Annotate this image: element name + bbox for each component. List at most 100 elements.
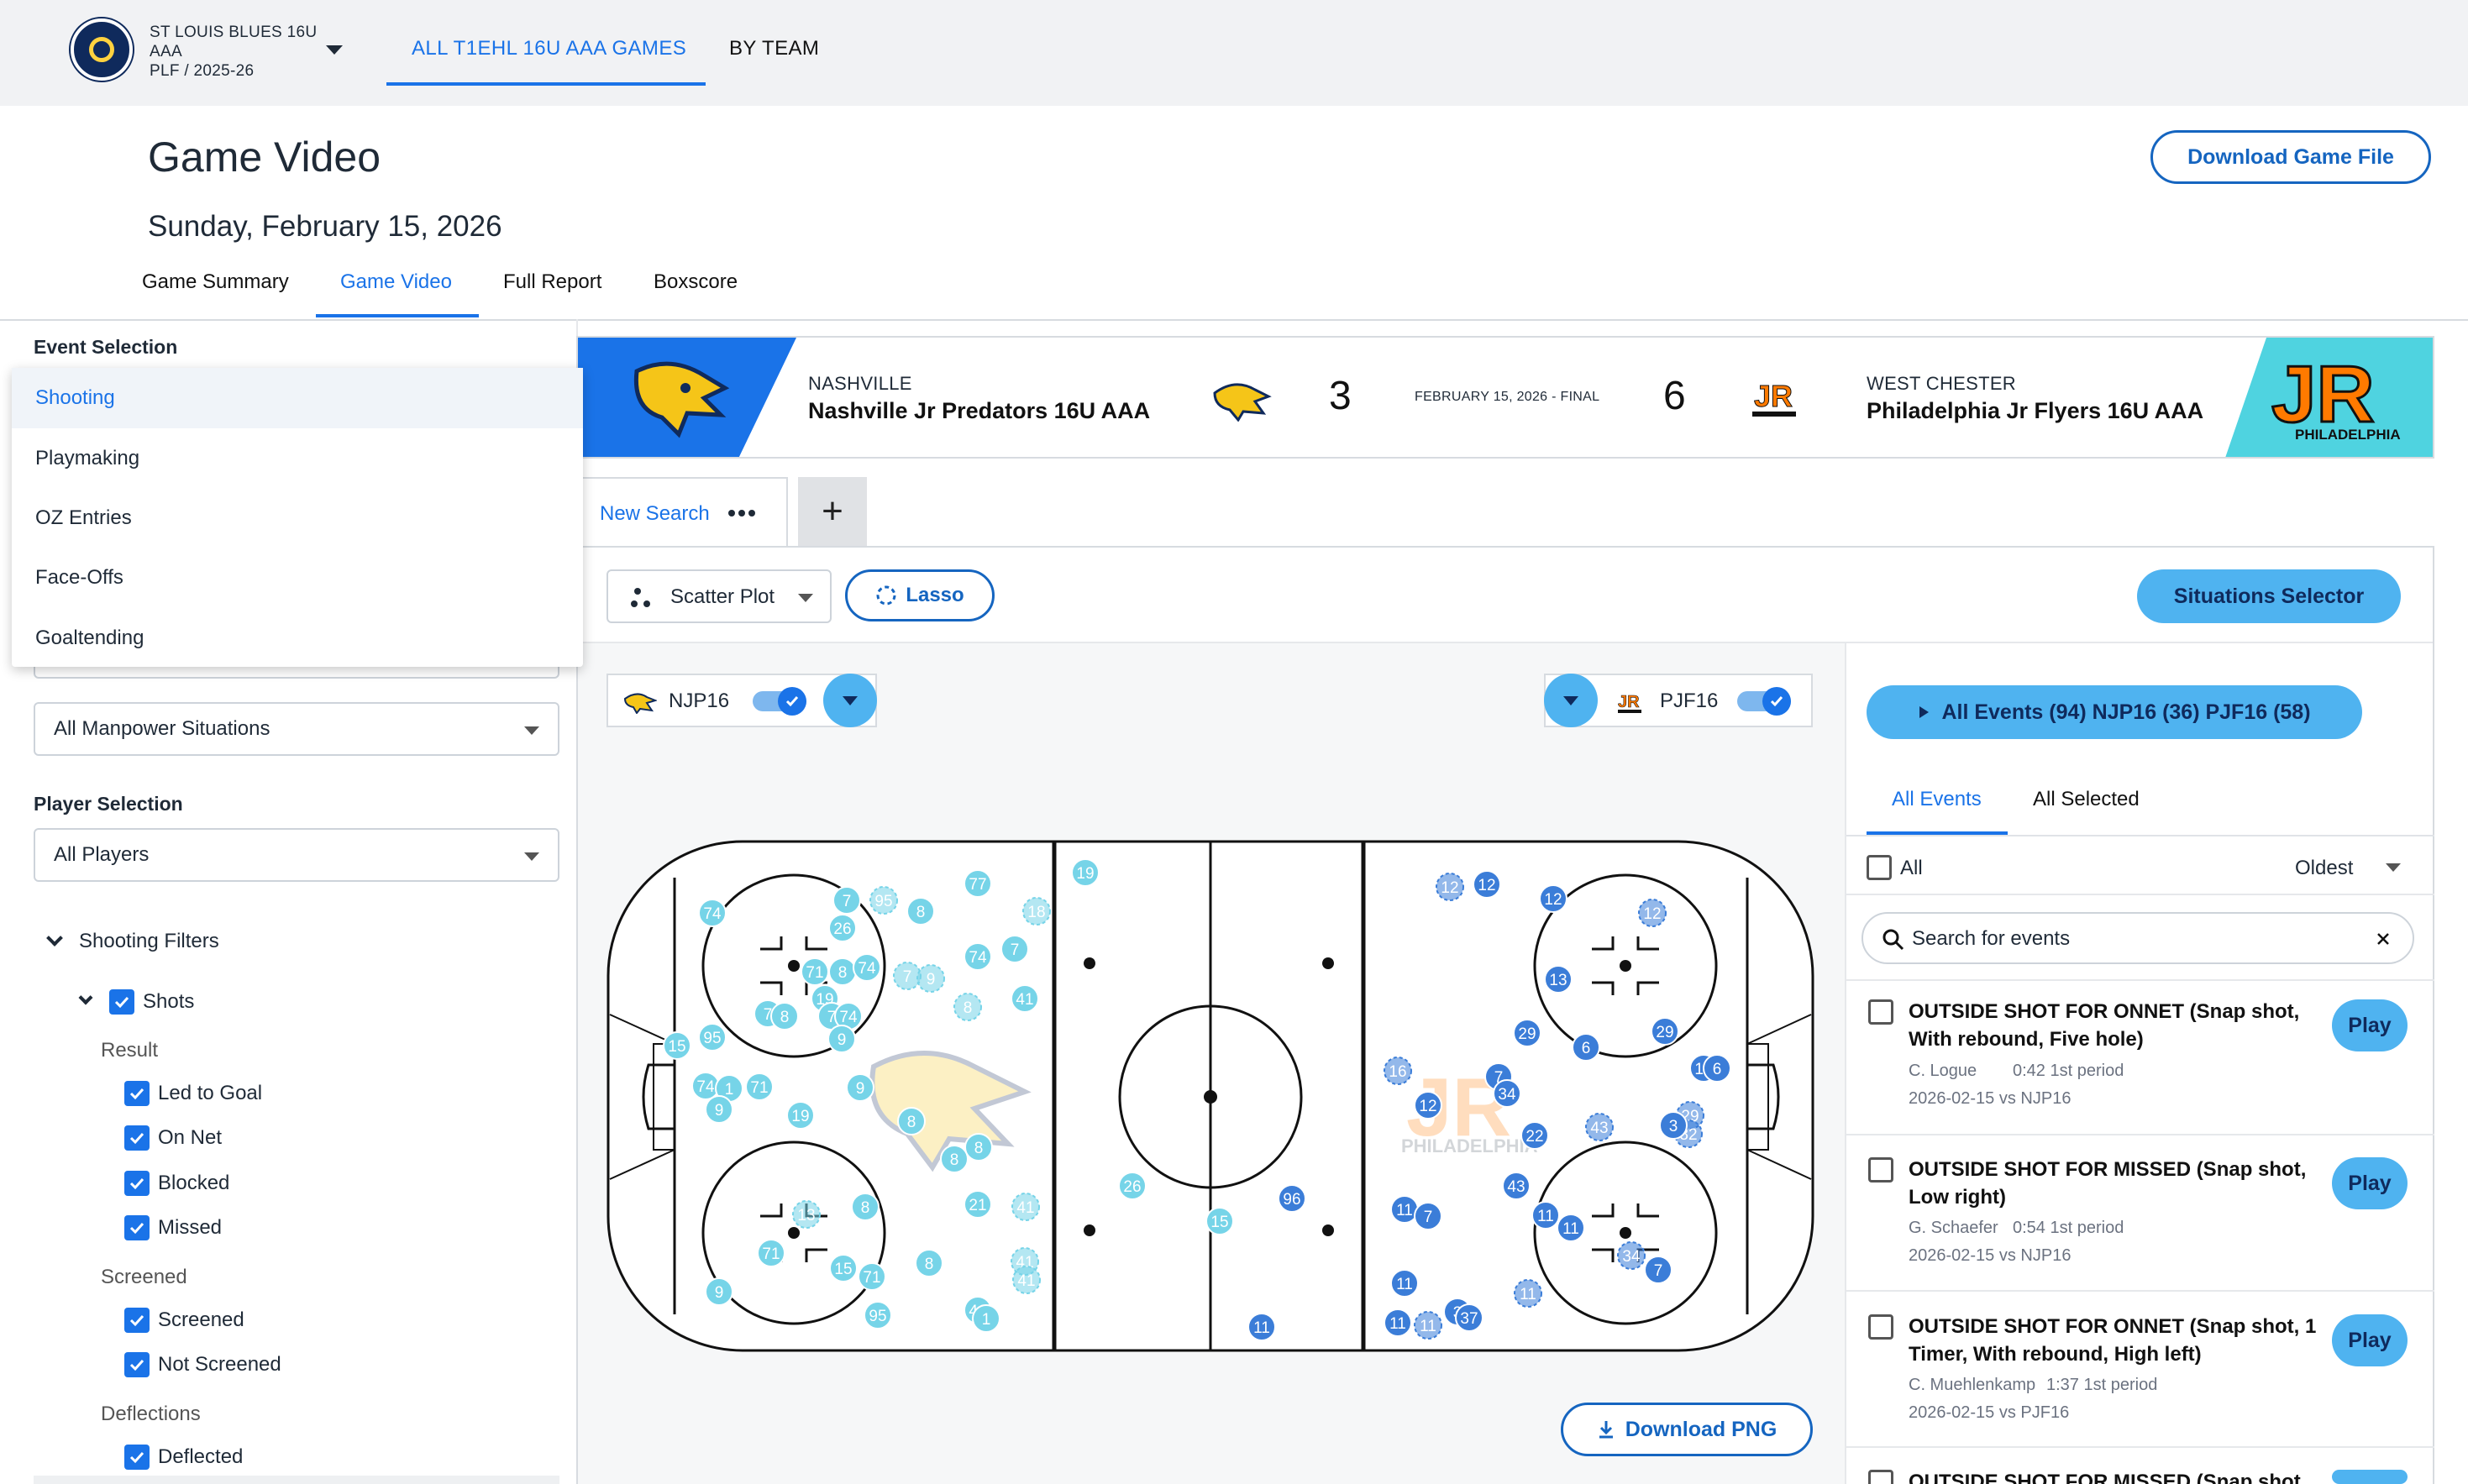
event-match: 2026-02-15 vs NJP16	[1909, 1089, 2072, 1108]
njp16-shot-number: 9	[856, 1080, 865, 1098]
event-time: 1:37 1st period	[2046, 1376, 2158, 1394]
njp16-shot-number: 7	[843, 893, 852, 910]
pjf16-shot-number: 34	[1498, 1086, 1516, 1104]
divider	[1846, 979, 2434, 981]
njp16-shot-number: 26	[833, 920, 851, 938]
menu-item-goaltending[interactable]: Goaltending	[12, 608, 583, 669]
pjf16-shot-number: 29	[1518, 1025, 1536, 1043]
pjf16-shot-number: 12	[1419, 1098, 1436, 1115]
divider	[1846, 1134, 2434, 1135]
pjf16-shot-number: 6	[1713, 1061, 1722, 1078]
njp16-shot-number: 74	[969, 949, 987, 967]
pjf16-shot-number: 34	[1622, 1248, 1641, 1266]
pjf16-shot-number: 12	[1643, 905, 1661, 923]
all-events-button[interactable]: All Events (94) NJP16 (36) PJF16 (58)	[1867, 685, 2362, 739]
pjf16-shot-number: 11	[1562, 1220, 1579, 1238]
download-png-button[interactable]: Download PNG	[1561, 1403, 1813, 1456]
divider	[1846, 835, 2434, 836]
pjf16-shot-number: 11	[1389, 1315, 1406, 1333]
njp16-shot-number: 26	[1123, 1178, 1141, 1196]
event-title[interactable]: OUTSIDE SHOT FOR ONNET (Snap shot, 1 Tim…	[1909, 1313, 2320, 1368]
njp16-shot-number: 41	[1016, 991, 1033, 1009]
event-player: C. Muehlenkamp	[1909, 1376, 2036, 1394]
pjf16-shot-number: 11	[1253, 1319, 1270, 1337]
divider	[1846, 1290, 2434, 1292]
njp16-shot-number: 13	[797, 1207, 815, 1224]
play-button[interactable]: Play	[2332, 1157, 2408, 1209]
njp16-shot-number: 15	[1210, 1214, 1228, 1231]
event-checkbox[interactable]	[1868, 1157, 1893, 1182]
menu-item-oz-entries[interactable]: OZ Entries	[12, 488, 583, 548]
njp16-shot-number: 15	[668, 1038, 685, 1056]
search-events-input[interactable]: Search for events	[1862, 912, 2414, 964]
play-button[interactable]: Play	[2332, 1314, 2408, 1366]
event-checkbox[interactable]	[1868, 1314, 1893, 1340]
close-icon[interactable]	[2376, 931, 2391, 947]
njp16-shot-number: 95	[869, 1308, 886, 1325]
divider	[1846, 1446, 2434, 1448]
menu-item-playmaking[interactable]: Playmaking	[12, 428, 583, 489]
njp16-shot-number: 74	[839, 1009, 858, 1026]
select-all-checkbox[interactable]	[1867, 855, 1892, 880]
event-checkbox[interactable]	[1868, 999, 1893, 1025]
njp16-shot-number: 7	[1011, 941, 1020, 959]
njp16-shot-number: 74	[858, 960, 876, 978]
all-events-label: All Events (94) NJP16 (36) PJF16 (58)	[1941, 700, 2311, 724]
pjf16-shot-number: 11	[1420, 1318, 1436, 1335]
center-ice-watermark-text: PHILADELPHIA	[1401, 1135, 1538, 1156]
chevron-down-icon[interactable]	[2386, 863, 2401, 872]
pjf16-shot-number: 29	[1656, 1024, 1673, 1041]
tab-all-events[interactable]: All Events	[1892, 788, 1982, 811]
download-icon	[1599, 1421, 1613, 1439]
njp16-shot-number: 9	[838, 1031, 847, 1049]
pjf16-shot-number: 3	[1669, 1118, 1678, 1135]
njp16-shot-number: 8	[861, 1199, 870, 1217]
njp16-shot-number: 71	[863, 1269, 880, 1287]
pjf16-shot-number: 43	[1507, 1178, 1525, 1196]
njp16-shot-number: 95	[703, 1030, 721, 1047]
download-png-label: Download PNG	[1625, 1417, 1777, 1441]
tab-all-selected[interactable]: All Selected	[2033, 788, 2140, 811]
divider	[1846, 894, 2434, 895]
search-events-placeholder: Search for events	[1912, 927, 2071, 950]
njp16-shot-number: 95	[874, 893, 892, 910]
select-all-label: All	[1900, 857, 1923, 879]
event-title[interactable]: OUTSIDE SHOT FOR ONNET (Snap shot, With …	[1909, 998, 2320, 1053]
pjf16-shot-number: 37	[1460, 1310, 1478, 1328]
pjf16-shot-number: 11	[1396, 1276, 1413, 1293]
play-button[interactable]: Play	[2332, 999, 2408, 1051]
njp16-shot-number: 18	[1027, 904, 1045, 921]
menu-item-face-offs[interactable]: Face-Offs	[12, 548, 583, 608]
event-player: G. Schaefer	[1909, 1219, 1998, 1237]
njp16-shot-number: 71	[750, 1079, 768, 1097]
njp16-shot-number: 15	[834, 1261, 852, 1278]
njp16-shot-number: 8	[974, 1140, 984, 1157]
njp16-shot-number: 8	[907, 1114, 916, 1131]
rink-diagram[interactable]: JR PHILADELPHIA 747 9582677181971 8 7474 77 9…	[0, 0, 2468, 1484]
njp16-shot-number: 71	[806, 964, 823, 982]
menu-item-shooting[interactable]: Shooting	[12, 368, 583, 428]
njp16-shot-number: 9	[927, 971, 936, 988]
pjf16-shot-number: 43	[1590, 1120, 1608, 1137]
njp16-shot-number: 74	[696, 1078, 715, 1096]
njp16-shot-number: 9	[715, 1102, 724, 1120]
njp16-shot-number: 8	[916, 904, 926, 921]
event-checkbox[interactable]	[1868, 1470, 1893, 1484]
njp16-shot-number: 8	[780, 1009, 790, 1026]
event-match: 2026-02-15 vs NJP16	[1909, 1246, 2072, 1265]
njp16-shot-number: 74	[703, 905, 722, 923]
njp16-shot-number: 9	[715, 1284, 724, 1302]
play-button[interactable]	[2332, 1470, 2408, 1484]
njp16-shot-number: 71	[762, 1245, 780, 1263]
event-title[interactable]: OUTSIDE SHOT FOR MISSED (Snap shot	[1909, 1468, 2320, 1484]
njp16-shot-number: 8	[838, 964, 848, 982]
njp16-shot-number: 19	[791, 1108, 809, 1125]
event-time: 0:54 1st period	[2013, 1219, 2124, 1237]
pjf16-shot-number: 12	[1478, 877, 1495, 894]
sort-select[interactable]: Oldest	[2295, 857, 2353, 880]
pjf16-shot-number: 96	[1283, 1191, 1300, 1209]
pjf16-shot-number: 7	[1654, 1262, 1663, 1280]
event-title[interactable]: OUTSIDE SHOT FOR MISSED (Snap shot, Low …	[1909, 1156, 2320, 1211]
pjf16-shot-number: 6	[1582, 1040, 1591, 1057]
pjf16-shot-number: 11	[1396, 1202, 1413, 1219]
